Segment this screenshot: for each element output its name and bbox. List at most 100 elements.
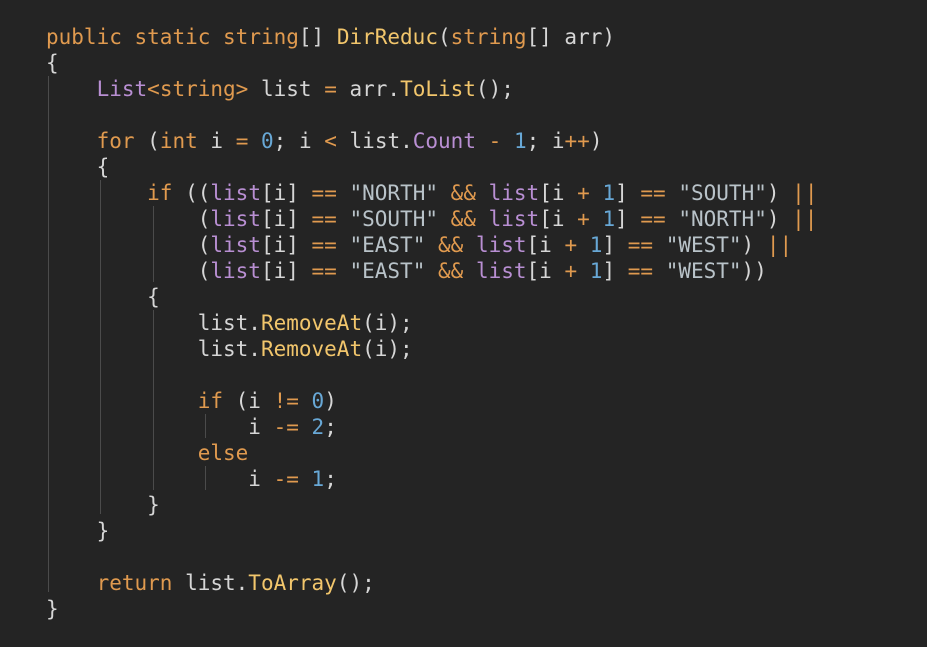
code-block: public static string[] DirReduc(string[]…: [46, 24, 817, 622]
code-token: [i: [526, 259, 565, 283]
code-token: 0: [261, 129, 274, 153]
code-token: list.: [46, 337, 261, 361]
code-token: i: [197, 129, 236, 153]
code-line: else: [46, 440, 817, 466]
code-token: list: [210, 207, 261, 231]
code-token: !=: [273, 389, 299, 413]
code-token: DirReduc: [336, 25, 438, 49]
code-token: if: [147, 181, 173, 205]
code-token: {: [46, 51, 59, 75]
code-token: ||: [792, 181, 818, 205]
code-line: }: [46, 492, 817, 518]
code-token: ==: [627, 259, 654, 283]
code-token: =: [235, 129, 249, 153]
code-line: {: [46, 154, 817, 180]
code-token: 2: [311, 415, 325, 439]
code-token: +: [577, 181, 590, 205]
code-token: ]: [602, 259, 628, 283]
code-token: -=: [273, 415, 299, 439]
code-token: ==: [640, 181, 666, 205]
code-token: ): [741, 233, 767, 257]
code-token: [i: [526, 233, 565, 257]
code-line: }: [46, 596, 817, 622]
code-token: ): [766, 181, 793, 205]
code-token: =: [324, 77, 337, 101]
code-token: ==: [311, 259, 337, 283]
code-token: []: [298, 25, 337, 49]
code-line: for (int i = 0; i < list.Count - 1; i++): [46, 128, 817, 154]
code-token: {: [46, 155, 110, 179]
code-token: "NORTH": [678, 207, 767, 231]
code-token: ;: [324, 415, 337, 439]
code-token: "NORTH": [349, 181, 439, 205]
code-line: List<string> list = arr.ToList();: [46, 76, 817, 102]
code-token: ;: [324, 467, 337, 491]
code-token: ; i: [273, 129, 325, 153]
code-line: i -= 1;: [46, 466, 817, 492]
code-token: list: [488, 207, 540, 231]
code-token: list: [248, 77, 325, 101]
code-token: "EAST": [349, 233, 426, 257]
code-token: 1: [311, 467, 325, 491]
code-token: [i]: [260, 181, 312, 205]
code-line: list.RemoveAt(i);: [46, 336, 817, 362]
code-token: RemoveAt: [260, 337, 363, 361]
code-line: public static string[] DirReduc(string[]…: [46, 24, 817, 50]
code-line: list.RemoveAt(i);: [46, 310, 817, 336]
code-token: &&: [438, 233, 464, 257]
code-token: ();: [475, 77, 514, 101]
code-token: ): [324, 389, 337, 413]
code-token: public: [46, 25, 122, 49]
code-token: &&: [438, 259, 464, 283]
code-token: ]: [615, 181, 641, 205]
code-token: ((: [172, 181, 211, 205]
code-line: i -= 2;: [46, 414, 817, 440]
code-token: list.: [336, 129, 413, 153]
code-line: (list[i] == "SOUTH" && list[i + 1] == "N…: [46, 206, 818, 232]
code-token: "SOUTH": [349, 207, 438, 231]
code-token: list: [210, 233, 261, 257]
code-token: [i]: [260, 207, 312, 231]
code-token: +: [577, 207, 590, 231]
code-token: <: [324, 129, 337, 153]
code-token: list: [488, 181, 540, 205]
code-token: }: [46, 597, 59, 621]
code-token: i: [46, 415, 274, 439]
code-token: ();: [336, 571, 375, 595]
code-token: (: [46, 233, 211, 257]
code-token: ]: [602, 233, 628, 257]
code-token: "SOUTH": [678, 181, 767, 205]
code-token: i: [46, 467, 274, 491]
code-token: 1: [513, 129, 527, 153]
code-token: int: [159, 129, 198, 153]
code-token: ==: [640, 207, 666, 231]
code-token: ]: [615, 207, 641, 231]
code-token: [i]: [260, 259, 312, 283]
code-line: if ((list[i] == "NORTH" && list[i + 1] =…: [46, 180, 817, 206]
code-token: <: [147, 77, 160, 101]
code-token: 1: [589, 233, 603, 257]
code-token: List: [96, 77, 148, 101]
code-token: list: [475, 259, 527, 283]
code-line: (list[i] == "EAST" && list[i + 1] == "WE…: [46, 232, 817, 258]
code-token: -=: [273, 467, 299, 491]
